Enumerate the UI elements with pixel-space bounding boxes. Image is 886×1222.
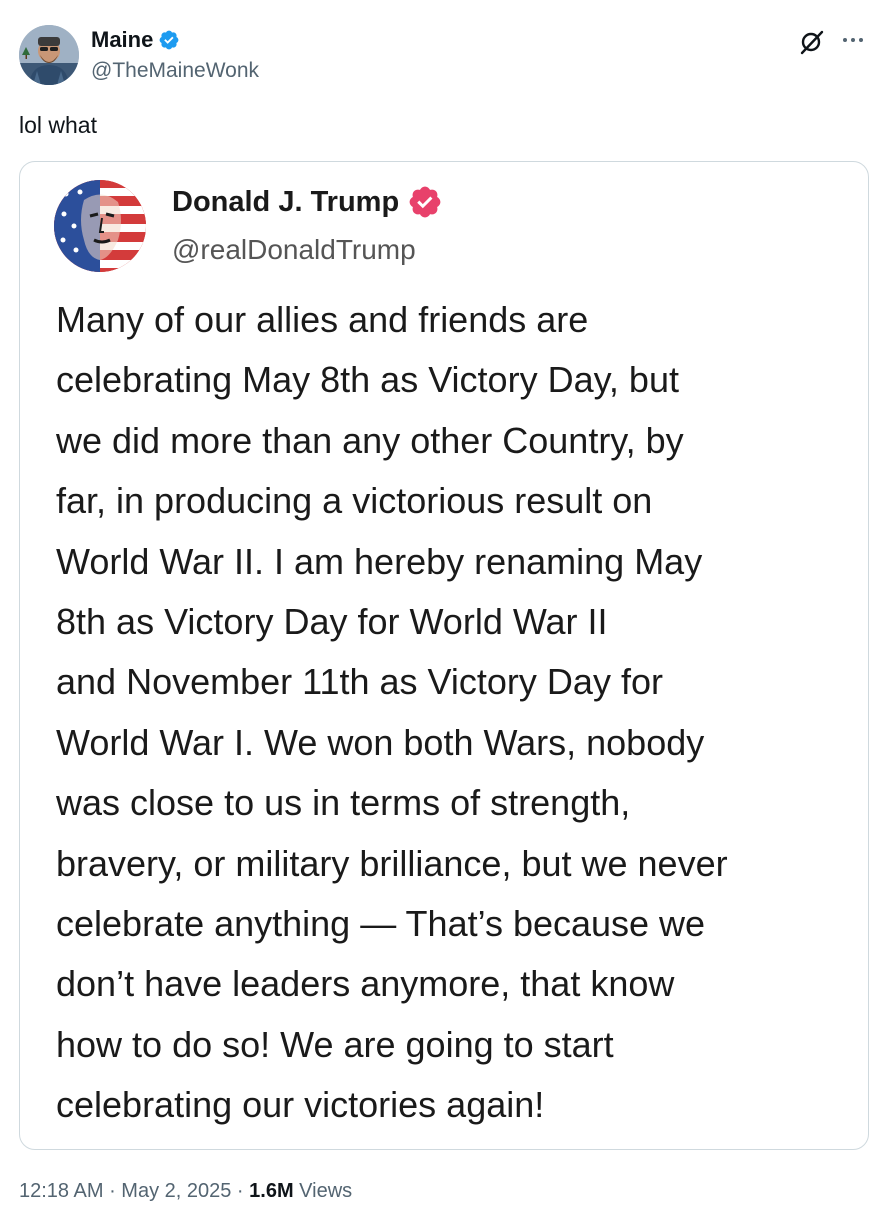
author-avatar-image xyxy=(19,25,79,85)
quoted-post-line: far, in producing a victorious result on xyxy=(56,480,653,522)
verified-badge-icon xyxy=(409,186,441,218)
author-handle[interactable]: @TheMaineWonk xyxy=(91,58,259,84)
quoted-post-line: was close to us in terms of strength, xyxy=(56,782,631,824)
post-meta: 12:18 AM · May 2, 2025 · 1.6M Views xyxy=(19,1177,352,1205)
quoted-post-line: Many of our allies and friends are xyxy=(56,299,589,340)
quoted-author-handle: @realDonaldTrump xyxy=(172,234,416,265)
post-date[interactable]: May 2, 2025 xyxy=(121,1180,231,1202)
quoted-author-name-row: Donald J. Trump xyxy=(172,184,443,220)
quoted-post-line: celebrating our victories again! xyxy=(56,1084,545,1126)
quoted-post-line: we did more than any other Country, by xyxy=(56,419,684,461)
quoted-post-line: celebrate anything — That’s because we xyxy=(56,903,706,945)
author-name[interactable]: Maine xyxy=(91,27,153,53)
quoted-post-line: World War I. We won both Wars, nobody xyxy=(56,721,705,763)
verified-badge-icon xyxy=(159,30,179,50)
author-name-row[interactable]: Maine xyxy=(91,27,180,53)
quoted-post-line: celebrating May 8th as Victory Day, but xyxy=(56,359,679,401)
views-count: 1.6M xyxy=(249,1180,294,1202)
grok-icon[interactable] xyxy=(797,27,827,57)
quoted-post-line: World War II. I am hereby renaming May xyxy=(56,540,703,582)
quoted-post-line: don’t have leaders anymore, that know xyxy=(56,963,675,1005)
meta-separator: · xyxy=(103,1180,122,1202)
quoted-post-line: how to do so! We are going to start xyxy=(56,1023,614,1065)
quoted-post-body: Many of our allies and friends are celeb… xyxy=(56,290,856,1136)
meta-separator: · xyxy=(231,1180,250,1202)
more-icon[interactable] xyxy=(838,28,868,52)
tweet-text: lol what xyxy=(19,112,97,138)
embedded-post-image[interactable]: Donald J. Trump @realDonaldTrump Many of… xyxy=(19,161,869,1150)
quoted-post-line: and November 11th as Victory Day for xyxy=(56,661,663,703)
quoted-post-line: bravery, or military brilliance, but we … xyxy=(56,842,728,884)
quoted-author-name: Donald J. Trump xyxy=(172,186,400,218)
post-time[interactable]: 12:18 AM xyxy=(19,1180,104,1202)
quoted-post-line: 8th as Victory Day for World War II xyxy=(56,601,608,643)
views-label: Views xyxy=(293,1180,353,1202)
author-avatar[interactable] xyxy=(19,25,79,85)
quoted-author-avatar xyxy=(54,180,146,272)
